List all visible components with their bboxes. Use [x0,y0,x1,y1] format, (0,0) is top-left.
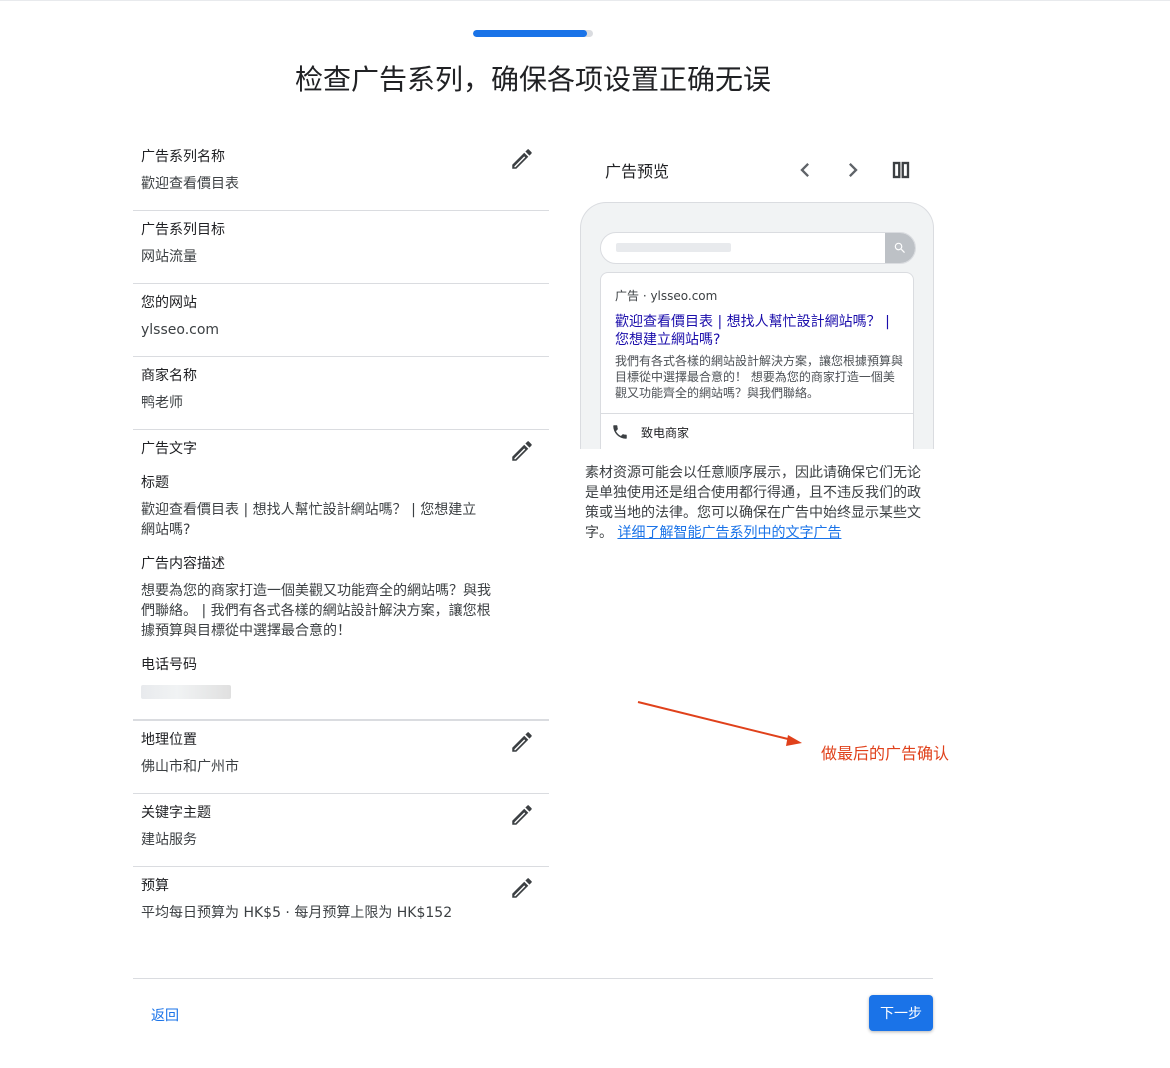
location-value: 佛山市和广州市 [141,759,239,775]
campaign-goal-value: 网站流量 [141,249,197,265]
business-name-value: 鸭老师 [141,395,183,411]
headline-label: 标题 [141,475,169,491]
phone-label: 电话号码 [141,657,197,673]
progress-bar [473,30,593,37]
search-bar [600,232,916,264]
edit-pencil-icon[interactable] [509,729,535,755]
keywords-label: 关键字主题 [141,805,211,821]
split-view-icon[interactable] [887,156,915,184]
section-keywords: 关键字主题 建站服务 [133,794,549,867]
keywords-value: 建站服务 [141,832,197,848]
annotation-text: 做最后的广告确认 [821,744,950,763]
section-budget: 预算 平均每日预算为 HK$5 · 每月预算上限为 HK$152 [133,867,549,939]
section-website: 您的网站 ylsseo.com [133,284,549,357]
budget-label: 预算 [141,878,169,894]
edit-pencil-icon[interactable] [509,146,535,172]
ad-text-label: 广告文字 [141,441,197,457]
ad-divider [601,413,913,414]
headline-value: 歡迎查看價目表 | 想找人幫忙設計網站嗎？ | 您想建立網站嗎? [141,502,477,538]
description-label: 广告内容描述 [141,556,225,572]
location-label: 地理位置 [141,732,197,748]
ad-headline: 歡迎查看價目表 | 想找人幫忙設計網站嗎？ | 您想建立網站嗎? [615,314,890,348]
section-campaign-name: 广告系列名称 歡迎查看價目表 [133,138,549,211]
description-value: 想要為您的商家打造一個美觀又功能齊全的網站嗎？與我們聯絡。 | 我們有各式各樣的… [141,583,491,639]
chevron-right-icon[interactable] [839,156,867,184]
edit-pencil-icon[interactable] [509,875,535,901]
call-label: 致电商家 [641,425,690,440]
top-divider [0,0,1170,1]
section-location: 地理位置 佛山市和广州市 [133,721,549,794]
website-label: 您的网站 [141,295,197,311]
chevron-left-icon[interactable] [791,156,819,184]
footer-divider [133,978,933,979]
section-business-name: 商家名称 鸭老师 [133,357,549,430]
campaign-name-label: 广告系列名称 [141,149,225,165]
website-value: ylsseo.com [141,322,220,338]
asset-note: 素材资源可能会以任意顺序展示，因此请确保它们无论是单独使用还是组合使用都行得通，… [585,463,931,543]
edit-pencil-icon[interactable] [509,802,535,828]
next-button[interactable]: 下一步 [869,995,933,1031]
business-name-label: 商家名称 [141,368,197,384]
campaign-name-value: 歡迎查看價目表 [141,176,239,192]
learn-more-link[interactable]: 详细了解智能广告系列中的文字广告 [617,525,841,541]
phone-mockup: 广告 · ylsseo.com 歡迎查看價目表 | 想找人幫忙設計網站嗎？ | … [580,202,934,449]
ad-description: 我們有各式各樣的網站設計解決方案，讓您根據預算與目標從中選擇最合意的！ 想要為您… [615,354,904,400]
phone-icon [613,425,627,439]
back-button[interactable]: 返回 [151,1005,179,1025]
search-placeholder [616,243,731,252]
budget-value: 平均每日预算为 HK$5 · 每月预算上限为 HK$152 [141,905,453,921]
call-business-row: 致电商家 [611,423,689,441]
campaign-goal-label: 广告系列目标 [141,222,225,238]
edit-pencil-icon[interactable] [509,438,535,464]
summary-panel: 广告系列名称 歡迎查看價目表 广告系列目标 网站流量 您的网站 ylsseo.c… [133,138,549,939]
page-title: 检查广告系列，确保各项设置正确无误 [294,63,771,96]
preview-title: 广告预览 [605,162,670,181]
phone-number-redacted [141,685,231,699]
ad-preview-card: 广告 · ylsseo.com 歡迎查看價目表 | 想找人幫忙設計網站嗎？ | … [600,272,914,449]
section-ad-text: 广告文字 标题 歡迎查看價目表 | 想找人幫忙設計網站嗎？ | 您想建立網站嗎?… [133,430,549,721]
ad-meta: 广告 · ylsseo.com [615,289,718,303]
progress-fill [473,30,587,37]
section-campaign-goal: 广告系列目标 网站流量 [133,211,549,284]
annotation-arrow [637,701,802,746]
search-icon [885,233,915,263]
